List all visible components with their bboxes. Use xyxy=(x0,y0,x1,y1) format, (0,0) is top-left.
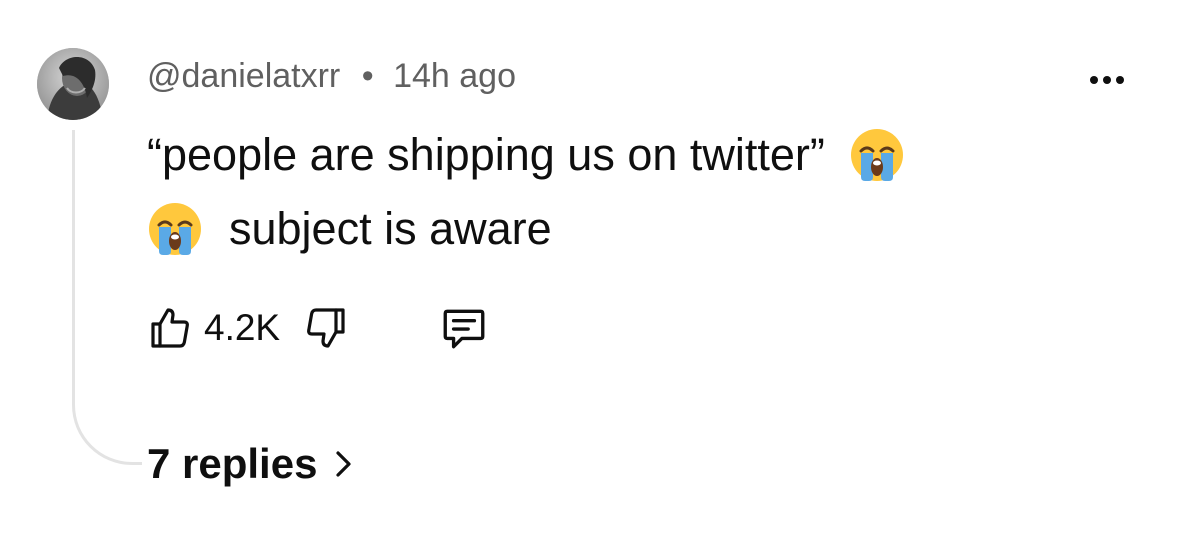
comment-icon xyxy=(443,309,485,349)
chevron-right-icon xyxy=(333,449,355,479)
comment-text: “people are shipping us on twitter” subj… xyxy=(147,118,1107,266)
dislike-button[interactable] xyxy=(298,300,354,356)
like-count: 4.2K xyxy=(204,307,281,348)
more-dot xyxy=(1116,76,1124,84)
thumbs-up-icon xyxy=(151,308,189,348)
more-dot xyxy=(1090,76,1098,84)
loudly-crying-face-emoji xyxy=(149,203,201,255)
username[interactable]: @danielatxrr xyxy=(147,57,340,95)
view-replies-button[interactable]: 7 replies xyxy=(147,440,355,488)
more-options-icon[interactable] xyxy=(1082,62,1132,98)
loudly-crying-face-emoji xyxy=(850,129,903,181)
like-button[interactable] xyxy=(142,300,198,356)
meta-separator: • xyxy=(361,57,374,95)
comment-meta: @danielatxrr • 14h ago xyxy=(147,54,516,98)
replies-label: 7 replies xyxy=(147,440,318,487)
comment-actions: 4.2K xyxy=(142,298,492,358)
comment-line-2: subject is aware xyxy=(147,192,1107,266)
reply-button[interactable] xyxy=(436,300,492,356)
comment-text-line-2: subject is aware xyxy=(229,203,552,254)
avatar[interactable] xyxy=(37,48,109,120)
more-dot xyxy=(1103,76,1111,84)
comment-text-line-1: “people are shipping us on twitter” xyxy=(147,129,825,180)
thread-connector-line xyxy=(72,130,142,465)
timestamp: 14h ago xyxy=(393,57,516,95)
avatar-image xyxy=(37,48,109,120)
thumbs-down-icon xyxy=(307,308,345,348)
comment-line-1: “people are shipping us on twitter” xyxy=(147,118,1107,192)
